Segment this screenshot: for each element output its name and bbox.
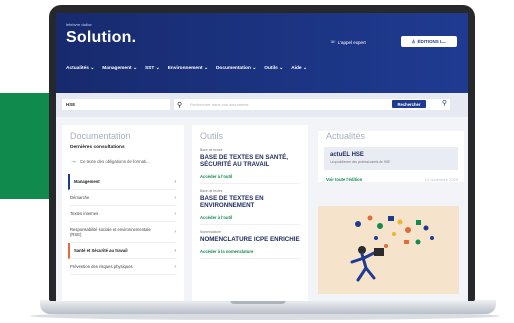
doc-item-textes-internes[interactable]: Textes internes ›: [70, 206, 176, 222]
recent-subhead: Dernières consultations: [70, 145, 125, 150]
chevron-right-icon: ›: [174, 178, 176, 185]
tool-name: BASE DE TEXTES EN SANTÉ, SÉCURITÉ AU TRA…: [200, 154, 289, 168]
outils-panel: Outils Base de textes BASE DE TEXTES EN …: [192, 125, 308, 301]
search-row: HSE ⚲ Rechercher dans vos documents Rech…: [56, 93, 468, 117]
nav-item-sst[interactable]: SST ⌄: [145, 66, 160, 71]
search-input[interactable]: Rechercher dans vos documents: [190, 102, 248, 107]
tool-card: Base de textes BASE DE TEXTES EN ENVIRON…: [200, 184, 300, 225]
nav-item-actualites[interactable]: Actualités ⌄: [66, 66, 94, 71]
documentation-title: Documentation: [70, 131, 131, 141]
brand-small-logo: lefebvre dalloz: [66, 22, 92, 27]
tool-name: BASE DE TEXTES EN ENVIRONNEMENT: [200, 195, 264, 209]
tool-card: Nomenclature NOMENCLATURE ICPE ENRICHIE …: [200, 225, 300, 259]
documentation-panel: Documentation Dernières consultations → …: [62, 125, 184, 301]
recent-item[interactable]: → Ce texte des obligations de formati...: [70, 158, 176, 165]
doc-item-sst[interactable]: Santé et Sécurité au travail ›: [68, 243, 176, 259]
news-subtitle: La quotidienne des professionnels de HSE: [330, 160, 391, 164]
doc-item-demarche[interactable]: Démarche ›: [70, 190, 176, 206]
news-row: Voir toute l'édition 13 novembre 2023: [326, 177, 458, 182]
laptop-screen: lefebvre dalloz Solution. ☏ L'appel expe…: [56, 13, 468, 301]
nav-item-aide[interactable]: Aide ⌄: [291, 66, 307, 71]
chevron-right-icon: ›: [174, 247, 176, 254]
doc-item-risques-physiques[interactable]: Prévention des risques physiques ›: [70, 259, 176, 275]
doc-item-rse[interactable]: Responsabilité sociale et environnementa…: [70, 222, 176, 243]
nav-item-management[interactable]: Management ⌄: [102, 66, 137, 71]
scope-select[interactable]: HSE: [62, 99, 170, 110]
chevron-right-icon: ›: [174, 263, 176, 270]
nav-item-outils[interactable]: Outils ⌄: [264, 66, 283, 71]
tool-card: Base de textes BASE DE TEXTES EN SANTÉ, …: [200, 143, 300, 184]
chevron-right-icon: ›: [174, 210, 176, 217]
actualites-title: Actualités: [326, 131, 366, 141]
news-illustration: [318, 206, 459, 294]
phone-icon: ☏: [330, 39, 336, 44]
editions-button[interactable]: ♙ ÉDITIONS L...: [401, 36, 457, 47]
running-person: [350, 246, 384, 282]
chevron-right-icon: ›: [174, 194, 176, 201]
search-bar: ⚲ Rechercher dans vos documents Recherch…: [174, 99, 450, 110]
doc-item-management[interactable]: Management ›: [68, 174, 176, 190]
expert-link-label: L'appel expert: [337, 39, 366, 45]
main-nav: Actualités ⌄ Management ⌄ SST ⌄ Environn…: [66, 66, 307, 71]
flying-icons: [355, 215, 434, 248]
actualites-box: Actualités actuEL HSE La quotidienne des…: [318, 131, 464, 182]
user-icon: ♙: [411, 38, 416, 44]
tool-link[interactable]: Accéder à l'outil: [200, 215, 300, 220]
search-icon: ⚲: [177, 101, 183, 109]
brand-title[interactable]: Solution.: [66, 29, 136, 47]
search-button[interactable]: Rechercher: [392, 100, 426, 108]
news-card[interactable]: actuEL HSE La quotidienne des profession…: [324, 147, 458, 170]
nav-item-documentation[interactable]: Documentation ⌄: [216, 66, 256, 71]
tool-link[interactable]: Accéder à l'outil: [200, 174, 300, 179]
outils-title: Outils: [200, 131, 224, 141]
expert-link[interactable]: ☏ L'appel expert: [330, 39, 366, 45]
editions-button-label: ÉDITIONS L...: [417, 39, 447, 44]
app-header: lefebvre dalloz Solution. ☏ L'appel expe…: [56, 13, 468, 93]
arrow-right-icon: →: [70, 158, 77, 165]
chevron-right-icon: ›: [174, 229, 176, 235]
nav-item-environnement[interactable]: Environnement ⌄: [168, 66, 208, 71]
search-icon-button[interactable]: ⚲: [442, 99, 447, 107]
tool-link[interactable]: Accéder à la nomenclature: [200, 249, 300, 254]
news-date: 13 novembre 2023: [424, 177, 458, 182]
see-edition-link[interactable]: Voir toute l'édition: [326, 177, 362, 182]
tool-name: NOMENCLATURE ICPE ENRICHIE: [200, 236, 300, 243]
news-name: actuEL HSE: [330, 152, 364, 158]
